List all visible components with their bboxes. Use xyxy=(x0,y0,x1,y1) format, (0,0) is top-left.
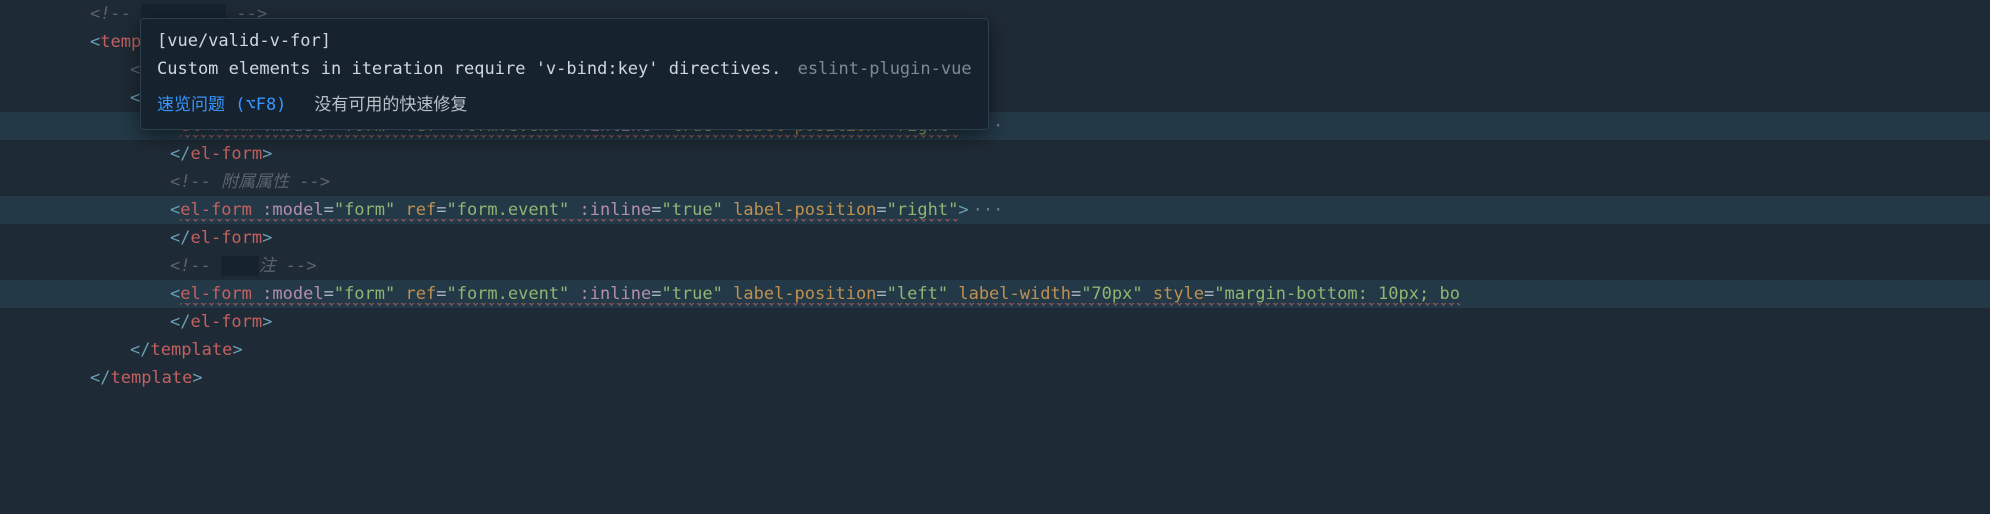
tag-el-form: el-form xyxy=(180,200,252,222)
fold-ellipsis-icon[interactable]: ··· xyxy=(973,196,1004,224)
tag-close-el-form: el-form xyxy=(190,312,262,332)
code-line[interactable]: </el-form> xyxy=(0,308,1990,336)
hover-tooltip: [vue/valid-v-for] Custom elements in ite… xyxy=(140,18,989,130)
code-line[interactable]: <el-form :model="form" ref="form.event" … xyxy=(0,280,1990,308)
tag-close-template: template xyxy=(110,368,192,388)
tag-close-template: template xyxy=(150,340,232,360)
tag-close-el-form: el-form xyxy=(190,144,262,164)
code-line[interactable]: </el-form> xyxy=(0,224,1990,252)
tooltip-message: Custom elements in iteration require 'v-… xyxy=(157,59,781,79)
tooltip-source: eslint-plugin-vue xyxy=(798,59,972,79)
comment-text: <!-- 附属属性 --> xyxy=(170,172,330,192)
no-quickfix-label: 没有可用的快速修复 xyxy=(314,91,467,119)
code-line[interactable]: <!-- 附属属性 --> xyxy=(0,168,1990,196)
code-line[interactable]: </el-form> xyxy=(0,140,1990,168)
tooltip-rule: [vue/valid-v-for] xyxy=(157,27,972,55)
comment-text: <!-- 备注 --> xyxy=(170,256,317,276)
tag-el-form: el-form xyxy=(180,284,252,306)
tag-close-el-form: el-form xyxy=(190,228,262,248)
peek-problem-link[interactable]: 速览问题 (⌥F8) xyxy=(157,91,286,119)
code-line[interactable]: <!-- 备注 --> xyxy=(0,252,1990,280)
code-line[interactable]: <el-form :model="form" ref="form.event" … xyxy=(0,196,1990,224)
code-line[interactable]: </template> xyxy=(0,364,1990,392)
code-line[interactable]: </template> xyxy=(0,336,1990,364)
